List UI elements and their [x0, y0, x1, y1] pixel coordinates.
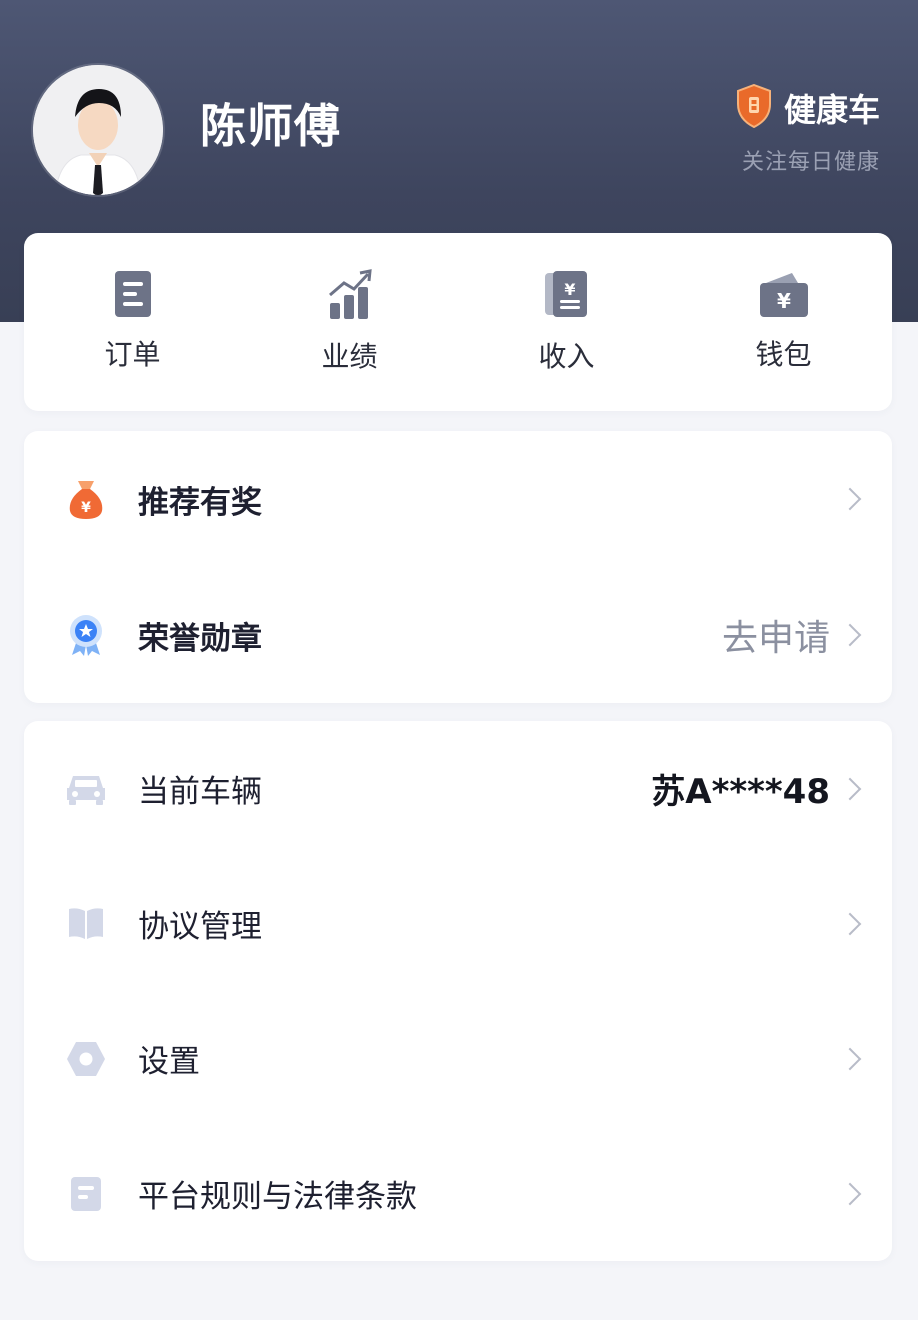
- health-car-badge[interactable]: 健康车 关注每日健康: [736, 83, 880, 176]
- order-icon: [111, 269, 155, 319]
- svg-text:¥: ¥: [777, 289, 791, 313]
- avatar-image: [33, 65, 163, 195]
- menu-item-current-vehicle[interactable]: 当前车辆 苏A****48: [24, 721, 892, 856]
- menu-item-label: 推荐有奖: [138, 484, 262, 521]
- menu-item-label: 设置: [138, 1044, 200, 1080]
- chevron-right-icon: [838, 487, 862, 511]
- chevron-right-icon: [838, 912, 862, 935]
- menu-item-label: 当前车辆: [138, 774, 262, 810]
- svg-text:¥: ¥: [564, 280, 575, 299]
- menu-item-honor-medal[interactable]: 荣誉勋章 去申请: [24, 567, 892, 703]
- quick-action-performance[interactable]: 业绩: [241, 233, 458, 411]
- medal-icon: [64, 613, 108, 657]
- quick-action-label: 业绩: [321, 340, 378, 373]
- menu-group-rewards: ¥ 推荐有奖 荣誉勋章 去申请: [24, 431, 892, 703]
- chevron-right-icon: [838, 1182, 862, 1205]
- quick-action-order[interactable]: 订单: [24, 233, 241, 411]
- svg-text:¥: ¥: [81, 500, 91, 516]
- quick-actions-card: 订单 业绩 ¥ 收入 ¥ 钱包: [24, 233, 892, 411]
- menu-item-label: 平台规则与法律条款: [138, 1179, 417, 1215]
- menu-item-settings[interactable]: 设置: [24, 991, 892, 1126]
- money-bag-icon: ¥: [64, 477, 108, 521]
- quick-action-label: 收入: [538, 340, 595, 373]
- health-subtitle: 关注每日健康: [741, 150, 880, 175]
- menu-item-agreements[interactable]: 协议管理: [24, 856, 892, 991]
- license-plate: 苏A****48: [651, 772, 830, 812]
- user-name: 陈师傅: [200, 99, 341, 153]
- menu-item-referral[interactable]: ¥ 推荐有奖: [24, 431, 892, 567]
- shield-icon: [736, 83, 772, 132]
- quick-action-label: 钱包: [755, 338, 812, 371]
- wallet-icon: ¥: [758, 269, 810, 319]
- quick-action-label: 订单: [104, 338, 161, 371]
- book-icon: [64, 902, 108, 946]
- menu-group-settings: 当前车辆 苏A****48 协议管理 设置 平台规则与法律条款: [24, 721, 892, 1261]
- quick-action-wallet[interactable]: ¥ 钱包: [675, 233, 892, 411]
- chevron-right-icon: [838, 623, 862, 647]
- income-icon: ¥: [543, 269, 591, 321]
- document-icon: [64, 1172, 108, 1216]
- chart-icon: [326, 269, 374, 321]
- menu-item-platform-rules[interactable]: 平台规则与法律条款: [24, 1126, 892, 1261]
- chevron-right-icon: [838, 1047, 862, 1070]
- menu-item-label: 协议管理: [138, 909, 262, 945]
- car-icon: [64, 767, 108, 811]
- settings-icon: [64, 1037, 108, 1081]
- apply-link[interactable]: 去申请: [722, 609, 830, 661]
- menu-item-label: 荣誉勋章: [138, 620, 262, 657]
- quick-action-income[interactable]: ¥ 收入: [458, 233, 675, 411]
- avatar[interactable]: [33, 65, 163, 195]
- chevron-right-icon: [838, 777, 862, 800]
- health-title: 健康车: [783, 91, 880, 129]
